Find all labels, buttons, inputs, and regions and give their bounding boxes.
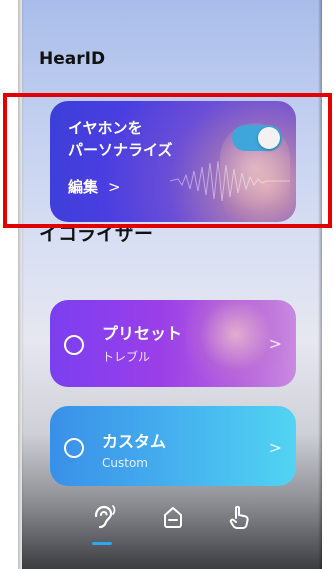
section-title-hearid: HearID <box>39 49 106 69</box>
eq-preset-card[interactable]: プリセット トレブル > <box>50 300 296 387</box>
active-tab-indicator <box>92 542 112 545</box>
hearing-icon[interactable] <box>88 502 118 532</box>
hearid-description: イヤホンを パーソナライズ <box>68 117 173 161</box>
toggle-knob <box>258 127 280 149</box>
custom-value: Custom <box>102 456 148 470</box>
personalize-toggle[interactable] <box>232 125 282 151</box>
app-screen: HearID イヤホンを パーソナライズ 編集 > イコライザー プリセット トレ… <box>22 0 322 569</box>
edit-label: 編集 <box>68 178 99 196</box>
eq-custom-card[interactable]: カスタム Custom > <box>50 406 296 486</box>
chevron-right-icon[interactable]: > <box>269 334 282 353</box>
hearid-card[interactable]: イヤホンを パーソナライズ 編集 > <box>50 101 296 222</box>
hearid-line-2: パーソナライズ <box>68 141 173 159</box>
hearid-line-1: イヤホンを <box>68 119 143 137</box>
chevron-right-icon[interactable]: > <box>269 438 282 457</box>
custom-radio-button[interactable] <box>64 438 84 458</box>
touch-icon[interactable] <box>224 502 254 532</box>
custom-label: カスタム <box>102 432 167 451</box>
edit-link[interactable]: 編集 > <box>68 176 121 197</box>
preset-radio-button[interactable] <box>64 335 84 355</box>
sound-wave-graphic <box>170 160 290 202</box>
preset-value: トレブル <box>102 350 151 364</box>
preset-label: プリセット <box>102 324 183 343</box>
bottom-nav <box>22 498 322 548</box>
chevron-right-icon: > <box>108 178 121 196</box>
device-edge-left <box>18 0 24 569</box>
section-title-equalizer: イコライザー <box>39 223 154 245</box>
home-icon[interactable] <box>158 502 188 532</box>
device-edge-right <box>318 0 322 569</box>
